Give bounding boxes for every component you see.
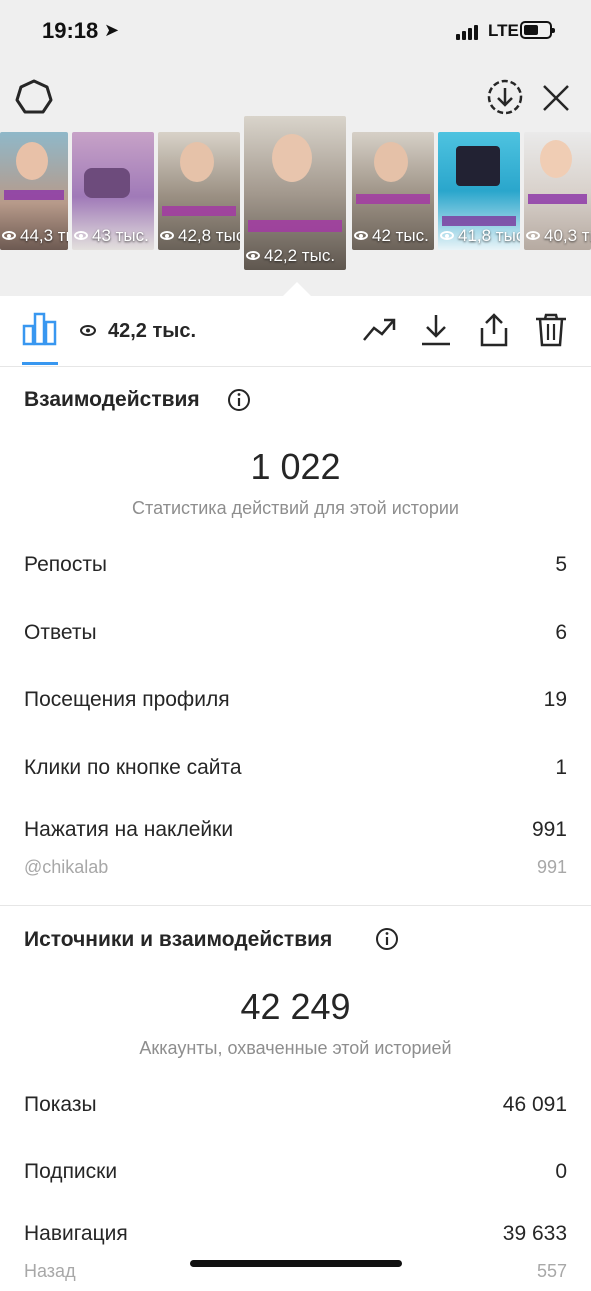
eye-icon: [80, 325, 96, 336]
metric-value: 39 633: [502, 1222, 567, 1245]
reach-caption: Аккаунты, охваченные этой историей: [139, 1038, 452, 1058]
save-story-icon[interactable]: [486, 78, 524, 116]
sticker-handle: @chikalab: [24, 857, 109, 877]
status-time: 19:18: [42, 18, 99, 43]
section-divider: [0, 905, 591, 906]
status-bar: 19:18 ➤ LTE: [0, 0, 591, 66]
story-thumbnail[interactable]: 42,8 тыс.: [158, 132, 240, 250]
selected-pointer: [283, 282, 311, 296]
metric-row: Подписки 0: [24, 1160, 567, 1190]
metric-row: Ответы 6: [24, 621, 567, 651]
story-thumbnails: 44,3 тыс. 43 тыс. 42,8 тыс. 42,2 тыс. 42…: [0, 116, 591, 296]
story-thumbnail[interactable]: 41,8 тыс.: [438, 132, 520, 250]
story-thumbnail[interactable]: 43 тыс.: [72, 132, 154, 250]
info-icon[interactable]: [227, 388, 251, 412]
story-thumbnail[interactable]: 44,3 тыс.: [0, 132, 68, 250]
metric-sub-label: Назад: [24, 1261, 76, 1281]
insights-chart-icon[interactable]: [22, 310, 58, 346]
metric-row: Нажатия на наклейки 991: [24, 818, 567, 848]
metric-label: Репосты: [24, 553, 108, 576]
metric-value: 19: [543, 688, 567, 711]
thumbnail-views: 42,2 тыс.: [246, 246, 335, 266]
download-icon[interactable]: [418, 312, 454, 348]
metric-value: 46 091: [502, 1093, 567, 1116]
metric-row: Навигация 39 633: [24, 1222, 567, 1252]
discovery-title: Источники и взаимодействия: [24, 928, 333, 951]
metric-label: Нажатия на наклейки: [24, 818, 234, 841]
thumbnail-views: 42 тыс.: [354, 226, 429, 246]
battery-icon: [520, 21, 555, 39]
metric-value: 6: [555, 621, 567, 644]
home-indicator[interactable]: [190, 1260, 402, 1267]
interactions-caption: Статистика действий для этой истории: [132, 498, 459, 518]
thumbnail-views: 44,3 тыс.: [2, 226, 68, 246]
metric-value: 991: [531, 818, 567, 841]
promote-trend-icon[interactable]: [362, 312, 398, 348]
metric-row: Показы 46 091: [24, 1093, 567, 1123]
metric-value: 0: [555, 1160, 567, 1183]
views-count: 42,2 тыс.: [108, 320, 197, 342]
metric-row: Посещения профиля 19: [24, 688, 567, 718]
metric-sub-value: 557: [536, 1261, 567, 1281]
metric-label: Показы: [24, 1093, 97, 1116]
sticker-taps-value: 991: [536, 857, 567, 877]
metric-row: Клики по кнопке сайта 1: [24, 756, 567, 786]
metric-label: Клики по кнопке сайта: [24, 756, 242, 779]
share-icon[interactable]: [476, 312, 512, 348]
story-thumbnail[interactable]: 42 тыс.: [352, 132, 434, 250]
metric-sub-row: @chikalab 991: [24, 857, 567, 887]
signal-icon: [456, 24, 482, 40]
info-icon[interactable]: [375, 927, 399, 951]
active-tab-indicator: [22, 362, 58, 365]
metric-value: 5: [555, 553, 567, 576]
interactions-total: 1 022: [250, 446, 341, 487]
thumbnail-views: 42,8 тыс.: [160, 226, 240, 246]
reach-total: 42 249: [240, 986, 351, 1027]
insights-toolbar: 42,2 тыс.: [0, 296, 591, 367]
close-icon[interactable]: [538, 80, 574, 116]
interactions-title: Взаимодействия: [24, 388, 200, 411]
thumbnail-views: 40,3 тыс.: [526, 226, 591, 246]
metric-value: 1: [555, 756, 567, 779]
metric-label: Ответы: [24, 621, 97, 644]
metric-label: Посещения профиля: [24, 688, 230, 711]
metric-label: Навигация: [24, 1222, 128, 1245]
metric-label: Подписки: [24, 1160, 118, 1183]
location-icon: ➤: [104, 20, 120, 40]
thumbnail-views: 41,8 тыс.: [440, 226, 520, 246]
story-header: 44,3 тыс. 43 тыс. 42,8 тыс. 42,2 тыс. 42…: [0, 66, 591, 296]
metric-row: Репосты 5: [24, 553, 567, 583]
network-label: LTE: [488, 21, 519, 40]
thumbnail-views: 43 тыс.: [74, 226, 149, 246]
gear-icon[interactable]: [14, 78, 54, 118]
story-thumbnail[interactable]: 40,3 тыс.: [524, 132, 591, 250]
story-thumbnail-selected[interactable]: 42,2 тыс.: [244, 116, 346, 270]
trash-icon[interactable]: [533, 312, 569, 348]
